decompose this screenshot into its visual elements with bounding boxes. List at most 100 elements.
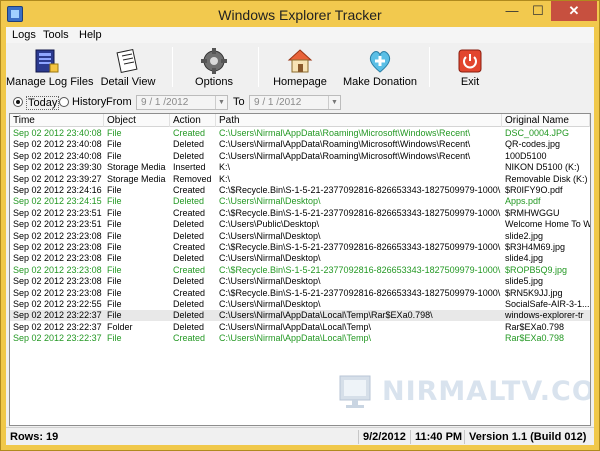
column-header-path[interactable]: Path — [216, 114, 502, 127]
exit-label: Exit — [460, 76, 480, 88]
table-row[interactable]: Sep 02 2012 23:23:08 File Created C:\$Recyc… — [10, 288, 590, 299]
table-row[interactable]: Sep 02 2012 23:22:37 Folder Deleted C:\User… — [10, 322, 590, 333]
table-row[interactable]: Sep 02 2012 23:23:08 File Deleted C:\Users\… — [10, 253, 590, 264]
cell-path: C:\$Recycle.Bin\S-1-5-21-2377092816-8266… — [219, 287, 501, 298]
title-bar[interactable]: Windows Explorer Tracker — ☐ ✕ — [1, 1, 599, 27]
watermark: NIRMALTV.COM — [330, 370, 590, 420]
detail-view-icon — [116, 48, 138, 74]
toolbar-separator — [258, 47, 259, 87]
cell-time: Sep 02 2012 23:40:08 — [13, 128, 102, 138]
table-row[interactable]: Sep 02 2012 23:40:08 File Deleted C:\Users\… — [10, 151, 590, 162]
today-label[interactable]: Today — [26, 96, 60, 110]
cell-original-name: $RMHWGGU — [505, 207, 560, 218]
cell-action: Deleted — [173, 321, 205, 332]
cell-action: Deleted — [173, 253, 205, 264]
cell-original-name: Removable Disk (K:) — [505, 173, 588, 184]
cell-original-name: Apps.pdf — [505, 196, 541, 207]
cell-time: Sep 02 2012 23:23:08 — [13, 276, 102, 287]
options-button[interactable]: Options — [186, 45, 242, 91]
minimize-button[interactable]: — — [499, 1, 525, 21]
table-row[interactable]: Sep 02 2012 23:23:51 File Created C:\$Recyc… — [10, 208, 590, 219]
toolbar-separator — [172, 47, 173, 87]
from-label: From — [106, 96, 132, 108]
menu-help[interactable]: Help — [79, 29, 102, 41]
event-list[interactable]: Time Object Action Path Original Name Se… — [9, 113, 591, 426]
to-date-dropdown-icon[interactable]: ▼ — [328, 96, 340, 109]
client-area: Logs Tools Help Manage Log Files Detail … — [6, 27, 594, 445]
cell-action: Deleted — [173, 276, 205, 287]
cell-time: Sep 02 2012 23:24:16 — [13, 185, 102, 195]
cell-time: Sep 02 2012 23:22:55 — [13, 299, 102, 309]
cell-time: Sep 02 2012 23:24:15 — [13, 196, 102, 207]
cell-object: File — [107, 139, 122, 150]
table-row[interactable]: Sep 02 2012 23:23:08 File Created C:\$Recyc… — [10, 265, 590, 276]
manage-log-files-button[interactable]: Manage Log Files — [6, 45, 93, 91]
table-row[interactable]: Sep 02 2012 23:22:37 File Created C:\Users\… — [10, 333, 590, 344]
history-radio[interactable] — [59, 97, 69, 107]
cell-action: Created — [173, 287, 206, 298]
history-label[interactable]: History — [72, 96, 106, 108]
cell-path: C:\Users\Nirmal\AppData\Roaming\Microsof… — [219, 128, 471, 138]
table-row[interactable]: Sep 02 2012 23:23:08 File Deleted C:\Users\… — [10, 231, 590, 242]
to-label: To — [233, 96, 245, 108]
make-donation-label: Make Donation — [343, 76, 417, 88]
filter-bar: Today History From 9 / 1 /2012 ▼ To 9 / … — [6, 93, 594, 113]
cell-path: C:\$Recycle.Bin\S-1-5-21-2377092816-8266… — [219, 242, 501, 252]
log-files-icon — [35, 49, 59, 73]
donation-icon — [369, 51, 391, 73]
cell-time: Sep 02 2012 23:39:27 — [13, 173, 102, 184]
table-row[interactable]: Sep 02 2012 23:39:27 Storage Media Removed… — [10, 174, 590, 185]
cell-time: Sep 02 2012 23:23:51 — [13, 219, 102, 230]
table-row[interactable]: Sep 02 2012 23:39:30 Storage Media Inserte… — [10, 162, 590, 173]
exit-button[interactable]: Exit — [450, 45, 490, 91]
cell-original-name: $R0IFY9O.pdf — [505, 185, 563, 195]
cell-object: File — [107, 287, 122, 298]
homepage-label: Homepage — [273, 76, 327, 88]
table-row[interactable]: Sep 02 2012 23:40:08 File Created C:\Users\… — [10, 128, 590, 139]
cell-object: File — [107, 207, 122, 218]
detail-view-button[interactable]: Detail View — [98, 45, 158, 91]
cell-action: Deleted — [173, 196, 205, 207]
cell-action: Created — [173, 242, 206, 252]
table-row[interactable]: Sep 02 2012 23:24:16 File Created C:\$Recyc… — [10, 185, 590, 196]
watermark-logo-icon — [339, 375, 371, 408]
cell-time: Sep 02 2012 23:23:08 — [13, 253, 102, 264]
watermark-text: NIRMALTV.COM — [382, 376, 590, 407]
make-donation-button[interactable]: Make Donation — [342, 45, 418, 91]
table-row[interactable]: Sep 02 2012 23:40:08 File Deleted C:\Users\… — [10, 139, 590, 150]
exit-icon — [458, 49, 482, 73]
cell-action: Deleted — [173, 150, 205, 161]
column-header-original-name[interactable]: Original Name — [502, 114, 590, 127]
from-date-picker[interactable]: 9 / 1 /2012 ▼ — [136, 95, 228, 110]
column-header-time[interactable]: Time — [10, 114, 104, 127]
cell-time: Sep 02 2012 23:23:51 — [13, 207, 102, 218]
cell-object: File — [107, 128, 122, 138]
table-row[interactable]: Sep 02 2012 23:23:08 File Created C:\$Recyc… — [10, 242, 590, 253]
cell-path: C:\Users\Nirmal\Desktop\ — [219, 253, 321, 264]
menu-logs[interactable]: Logs — [12, 29, 36, 41]
cell-action: Created — [173, 333, 206, 344]
cell-action: Created — [173, 264, 206, 275]
table-row[interactable]: Sep 02 2012 23:23:08 File Deleted C:\Users\… — [10, 276, 590, 287]
cell-original-name: $R3H4M69.jpg — [505, 242, 566, 252]
today-radio[interactable] — [13, 97, 23, 107]
to-date-picker[interactable]: 9 / 1 /2012 ▼ — [249, 95, 341, 110]
table-row[interactable]: Sep 02 2012 23:22:55 File Deleted C:\Users\… — [10, 299, 590, 310]
menu-tools[interactable]: Tools — [43, 29, 69, 41]
cell-original-name: slide2.jpg — [505, 230, 544, 241]
homepage-button[interactable]: Homepage — [268, 45, 332, 91]
cell-path: K:\ — [219, 173, 231, 184]
cell-time: Sep 02 2012 23:23:08 — [13, 287, 102, 298]
cell-original-name: Welcome Home To W — [505, 219, 590, 230]
column-header-object[interactable]: Object — [104, 114, 170, 127]
table-row[interactable]: Sep 02 2012 23:23:51 File Deleted C:\Users\… — [10, 219, 590, 230]
column-header-action[interactable]: Action — [170, 114, 216, 127]
cell-path: C:\$Recycle.Bin\S-1-5-21-2377092816-8266… — [219, 264, 501, 275]
maximize-button[interactable]: ☐ — [525, 1, 551, 21]
toolbar-separator — [429, 47, 430, 87]
from-date-dropdown-icon[interactable]: ▼ — [215, 96, 227, 109]
cell-object: File — [107, 253, 122, 264]
table-row[interactable]: Sep 02 2012 23:24:15 File Deleted C:\Users\… — [10, 196, 590, 207]
close-button[interactable]: ✕ — [551, 1, 597, 21]
table-row[interactable]: Sep 02 2012 23:22:37 File Deleted C:\Users\… — [10, 310, 590, 322]
